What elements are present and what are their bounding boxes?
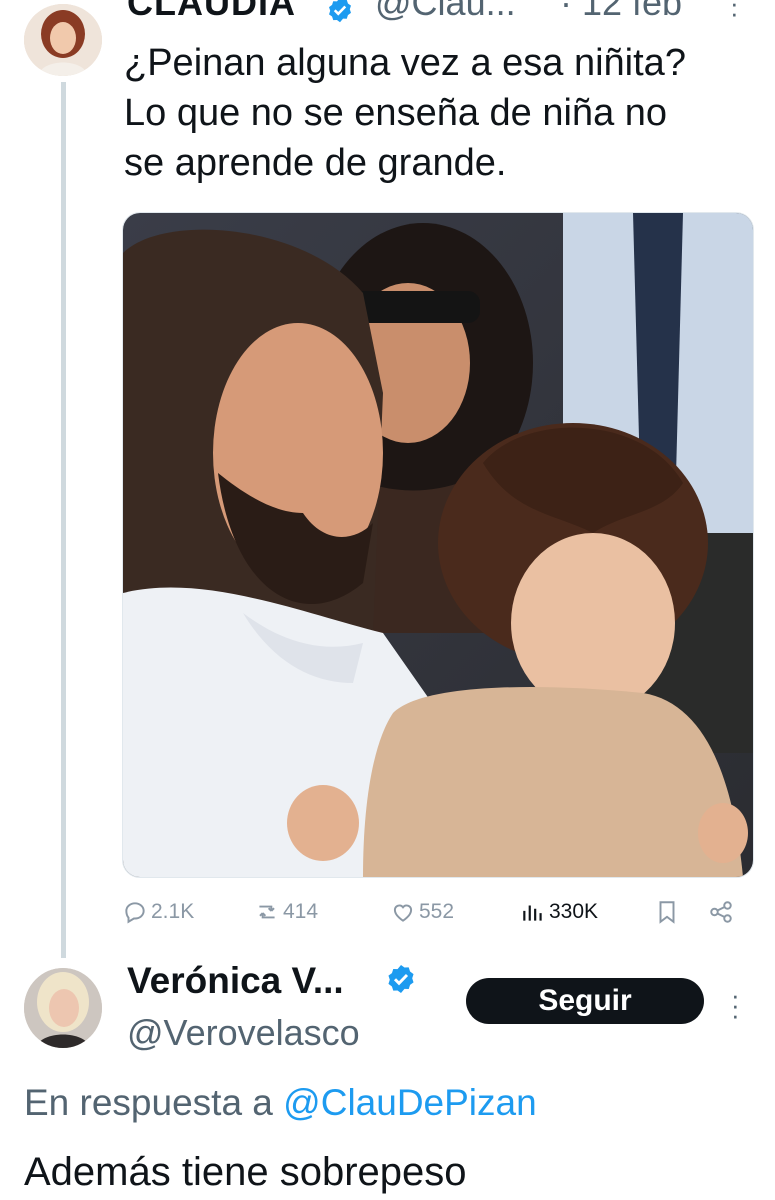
reply-prefix: En respuesta a bbox=[24, 1082, 273, 1123]
reply-action[interactable]: 2.1K bbox=[122, 893, 194, 931]
reply-author-avatar[interactable] bbox=[24, 968, 102, 1048]
reply-count: 2.1K bbox=[151, 900, 195, 923]
retweet-count: 414 bbox=[283, 900, 319, 923]
reply-author-handle[interactable]: @Verovelasco bbox=[127, 1012, 360, 1054]
share-icon bbox=[710, 901, 732, 923]
tweet-date[interactable]: · 12 feb bbox=[560, 0, 682, 24]
more-options-icon[interactable]: · · bbox=[730, 0, 739, 26]
verified-badge-icon bbox=[388, 965, 414, 993]
reply-author-name[interactable]: Verónica V... bbox=[127, 960, 344, 1002]
retweet-action[interactable]: 414 bbox=[254, 893, 318, 931]
author-avatar[interactable] bbox=[24, 4, 102, 76]
like-count: 552 bbox=[419, 900, 455, 923]
verified-badge-icon bbox=[329, 0, 351, 23]
author-handle[interactable]: @Clau... bbox=[375, 0, 516, 24]
views-icon bbox=[523, 905, 542, 921]
views-count: 330K bbox=[549, 900, 599, 923]
reply-context: En respuesta a @ClauDePizan bbox=[24, 1082, 537, 1124]
tweet-text: ¿Peinan alguna vez a esa niñita? Lo que … bbox=[124, 42, 686, 184]
retweet-icon bbox=[259, 905, 275, 919]
tweet-actions: 2.1K 414 552 330K bbox=[122, 893, 762, 931]
reply-icon bbox=[125, 902, 145, 924]
views-action[interactable]: 330K bbox=[520, 893, 598, 931]
tweet-photo[interactable] bbox=[122, 212, 754, 878]
bookmark-icon bbox=[659, 901, 675, 924]
reply-mention-link[interactable]: @ClauDePizan bbox=[283, 1082, 537, 1123]
more-options-icon[interactable]: · · · bbox=[731, 982, 740, 1028]
author-name[interactable]: CLAUDIA bbox=[127, 0, 296, 24]
thread-line bbox=[61, 82, 66, 958]
like-action[interactable]: 552 bbox=[390, 893, 454, 931]
follow-button[interactable]: Seguir bbox=[466, 978, 704, 1024]
reply-text: Además tiene sobrepeso bbox=[24, 1150, 467, 1194]
like-icon bbox=[393, 904, 413, 922]
share-action[interactable] bbox=[708, 893, 737, 931]
bookmark-action[interactable] bbox=[654, 893, 683, 931]
